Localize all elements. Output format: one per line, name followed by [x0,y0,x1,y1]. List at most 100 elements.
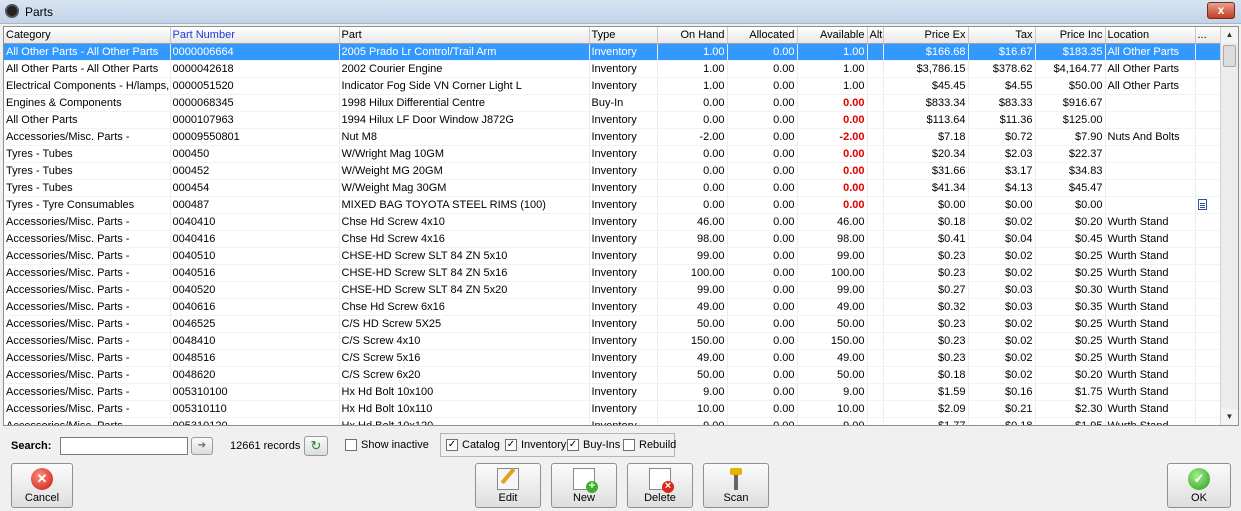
cell-more [1195,196,1220,214]
vertical-scrollbar[interactable]: ▲ ▼ [1220,27,1238,425]
table-row[interactable]: All Other Parts 0000107963 1994 Hilux LF D… [4,111,1220,129]
cell-tax: $0.00 [968,196,1036,214]
table-row[interactable]: Tyres - Tubes 000452 W/Weight MG 20GM Inven… [4,162,1220,180]
cell-location: All Other Parts [1105,77,1196,95]
cell-more [1195,111,1220,129]
inventory-checkbox[interactable]: ✓ Inventory [505,439,566,451]
scroll-down-icon[interactable]: ▼ [1221,409,1238,425]
search-input[interactable] [60,437,188,455]
table-row[interactable]: Accessories/Misc. Parts -0040410 Chse Hd … [4,213,1220,231]
column-header-alt[interactable]: Alt [867,27,884,44]
cell-part: CHSE-HD Screw SLT 84 ZN 5x20 [339,281,590,299]
inventory-box[interactable]: ✓ [505,439,517,451]
table-row[interactable]: Tyres - Tyre Consumables 000487 MIXED BAG … [4,196,1220,214]
table-row[interactable]: All Other Parts - All Other Parts 0000006… [4,43,1220,61]
catalog-box[interactable]: ✓ [446,439,458,451]
scroll-up-icon[interactable]: ▲ [1221,27,1238,43]
column-header-category[interactable]: Category [4,27,171,44]
table-row[interactable]: Accessories/Misc. Parts -0040616 Chse Hd … [4,298,1220,316]
cell-available: 50.00 [797,366,868,384]
table-row[interactable]: Accessories/Misc. Parts -0040416 Chse Hd … [4,230,1220,248]
cell-allocated: 0.00 [727,94,798,112]
cell-location [1105,196,1196,214]
column-header-location[interactable]: Location [1105,27,1196,44]
ok-button[interactable]: ✓ OK [1167,463,1231,508]
note-document-icon[interactable] [1197,199,1207,211]
edit-button[interactable]: Edit [475,463,541,508]
table-row[interactable]: Accessories/Misc. Parts -0040516 CHSE-HD … [4,264,1220,282]
cell-category: Accessories/Misc. Parts - [4,349,171,367]
column-header-part[interactable]: Part [339,27,590,44]
buy-ins-box[interactable]: ✓ [567,439,579,451]
column-header-tax[interactable]: Tax [968,27,1036,44]
column-header-allocated[interactable]: Allocated [727,27,798,44]
cell-more [1195,383,1220,401]
cell-on-hand: 0.00 [657,94,728,112]
show-inactive-box[interactable] [345,439,357,451]
cell-type: Inventory [589,111,658,129]
table-row[interactable]: Tyres - Tubes 000454 W/Weight Mag 30GM Inve… [4,179,1220,197]
cell-available: 0.00 [797,94,868,112]
cell-part: Hx Hd Bolt 10x120 [339,417,590,425]
table-row[interactable]: Accessories/Misc. Parts -0048410 C/S Scre… [4,332,1220,350]
table-row[interactable]: Accessories/Misc. Parts -005310100 Hx Hd … [4,383,1220,401]
edit-icon [497,468,519,490]
cell-alt [867,162,884,180]
scan-button[interactable]: Scan [703,463,769,508]
cell-part-number: 0040516 [170,264,340,282]
buy-ins-checkbox[interactable]: ✓ Buy-Ins [567,439,620,451]
column-header-available[interactable]: Available [797,27,868,44]
cell-category: Tyres - Tyre Consumables [4,196,171,214]
catalog-checkbox[interactable]: ✓ Catalog [446,439,500,451]
cell-allocated: 0.00 [727,162,798,180]
cell-tax: $0.02 [968,315,1036,333]
table-row[interactable]: Accessories/Misc. Parts -0040520 CHSE-HD … [4,281,1220,299]
show-inactive-checkbox[interactable]: Show inactive [345,439,429,451]
table-row[interactable]: All Other Parts - All Other Parts 0000042… [4,60,1220,78]
table-row[interactable]: Tyres - Tubes 000450 W/Wright Mag 10GM Inve… [4,145,1220,163]
table-row[interactable]: Accessories/Misc. Parts -0048516 C/S Scre… [4,349,1220,367]
column-header-price-inc[interactable]: Price Inc [1035,27,1106,44]
cell-type: Inventory [589,162,658,180]
scroll-thumb[interactable] [1223,45,1236,67]
close-button[interactable]: x [1207,2,1235,19]
cell-part-number: 000452 [170,162,340,180]
table-row[interactable]: Accessories/Misc. Parts -005310120Hx Hd … [4,417,1220,425]
cell-price-inc: $0.25 [1035,332,1106,350]
column-header-on-hand[interactable]: On Hand [657,27,728,44]
cell-category: Accessories/Misc. Parts - [4,281,171,299]
cell-tax: $11.36 [968,111,1036,129]
search-go-button[interactable]: ➔ [191,437,213,455]
refresh-button[interactable]: ↻ [304,436,328,456]
table-row[interactable]: Accessories/Misc. Parts -00009550801 Nut … [4,128,1220,146]
cancel-button[interactable]: ✕ Cancel [11,463,73,508]
rebuild-checkbox[interactable]: Rebuild [623,439,676,451]
table-row[interactable]: Accessories/Misc. Parts -0046525 C/S HD S… [4,315,1220,333]
cell-price-ex: $31.66 [883,162,969,180]
cell-location: Wurth Stand [1105,366,1196,384]
column-header-price-ex[interactable]: Price Ex [883,27,969,44]
cell-category: All Other Parts [4,111,171,129]
delete-button[interactable]: Delete [627,463,693,508]
cell-on-hand: -2.00 [657,128,728,146]
cell-location: Wurth Stand [1105,332,1196,350]
cell-more [1195,60,1220,78]
cell-allocated: 0.00 [727,417,798,425]
cell-price-inc: $0.25 [1035,349,1106,367]
table-row[interactable]: Engines & Components 0000068345 1998 Hilux… [4,94,1220,112]
ok-icon: ✓ [1188,468,1210,490]
cell-allocated: 0.00 [727,383,798,401]
table-row[interactable]: Accessories/Misc. Parts -0040510 CHSE-HD … [4,247,1220,265]
column-header-more[interactable]: ... [1195,27,1220,44]
table-row[interactable]: Accessories/Misc. Parts -005310110 Hx Hd … [4,400,1220,418]
new-button[interactable]: New [551,463,617,508]
rebuild-box[interactable] [623,439,635,451]
column-header-part-number[interactable]: Part Number [170,27,340,44]
table-row[interactable]: Accessories/Misc. Parts -0048620 C/S Scre… [4,366,1220,384]
cell-alt [867,43,884,61]
cell-tax: $0.02 [968,366,1036,384]
cell-part: Hx Hd Bolt 10x110 [339,400,590,418]
column-header-type[interactable]: Type [589,27,658,44]
table-row[interactable]: Electrical Components - H/lamps, 00000515… [4,77,1220,95]
cell-alt [867,366,884,384]
